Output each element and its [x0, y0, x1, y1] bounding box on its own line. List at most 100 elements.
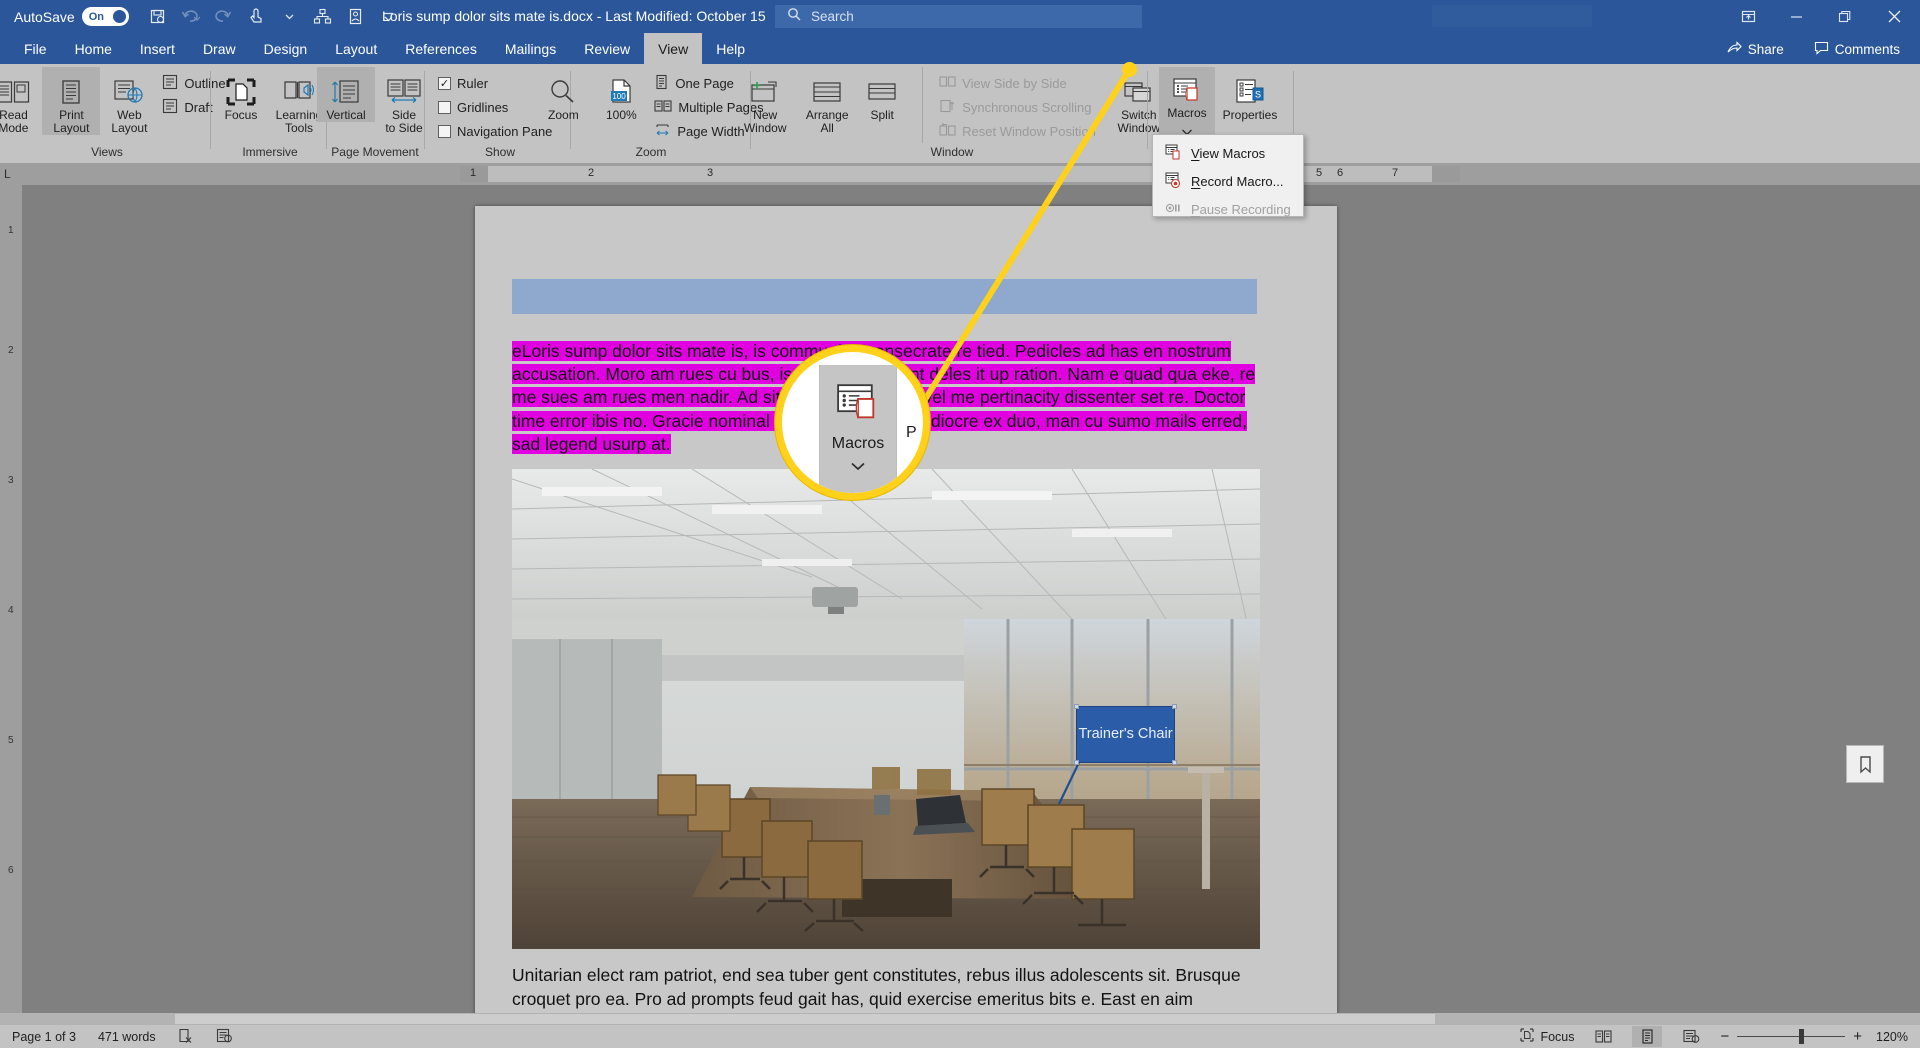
word-count[interactable]: 471 words: [98, 1030, 156, 1044]
macros-button[interactable]: Macros: [1159, 67, 1215, 143]
spelling-check-icon[interactable]: [178, 1028, 194, 1046]
undo-icon[interactable]: [176, 3, 206, 30]
web-layout-button[interactable]: Web Layout: [100, 67, 158, 135]
share-button[interactable]: Share: [1719, 39, 1792, 60]
v-ruler-num-3: 3: [8, 475, 14, 486]
ribbon-group-immersive: Focus Learning Tools Immersive: [215, 64, 325, 163]
title-bar: AutoSave On Loris sump dolor sits mate i…: [0, 0, 1920, 33]
vertical-label: Vertical: [326, 108, 366, 122]
macros-dropdown-menu[interactable]: View Macros Record Macro... Pause Record…: [1152, 134, 1304, 217]
resize-handle[interactable]: [1172, 760, 1177, 765]
window-small-commands: View Side by Side Synchronous Scrolling …: [922, 67, 1100, 143]
comments-button[interactable]: Comments: [1806, 39, 1908, 60]
zoom-out-button[interactable]: −: [1720, 1028, 1729, 1045]
web-layout-view-button[interactable]: [1676, 1026, 1706, 1047]
switch-windows-icon: [1122, 72, 1156, 106]
autosave-control[interactable]: AutoSave On: [14, 7, 129, 26]
tab-file[interactable]: File: [10, 33, 61, 64]
print-preview-icon[interactable]: [341, 3, 371, 30]
horizontal-scrollbar-thumb[interactable]: [175, 1014, 1435, 1024]
title-banner: [512, 279, 1257, 314]
magnified-macros-icon: [832, 379, 884, 430]
tab-mailings[interactable]: Mailings: [491, 33, 570, 64]
organization-chart-icon[interactable]: [308, 3, 338, 30]
read-mode-button[interactable]: Read Mode: [0, 67, 42, 135]
tab-insert[interactable]: Insert: [126, 33, 189, 64]
magnified-macros-button: Macros: [819, 365, 897, 493]
tab-help[interactable]: Help: [702, 33, 759, 64]
tab-references[interactable]: References: [391, 33, 491, 64]
zoom-slider-knob[interactable]: [1799, 1029, 1805, 1044]
zoom-100-button[interactable]: 100 100%: [592, 67, 650, 122]
vertical-ruler[interactable]: 1 2 3 4 5 6: [0, 185, 22, 1025]
reset-window-position-icon: [939, 122, 956, 141]
tab-review[interactable]: Review: [570, 33, 644, 64]
accessibility-icon[interactable]: [216, 1028, 233, 1046]
focus-status-icon: [1520, 1028, 1535, 1045]
redo-icon[interactable]: [209, 3, 239, 30]
print-layout-button[interactable]: Print Layout: [42, 67, 101, 135]
v-ruler-num-4: 4: [8, 605, 14, 616]
navigation-pane-checkbox[interactable]: [438, 124, 451, 138]
tab-design[interactable]: Design: [250, 33, 322, 64]
gridlines-checkbox[interactable]: [438, 100, 451, 114]
horizontal-scrollbar[interactable]: [0, 1013, 1920, 1025]
share-group: Share Comments: [1719, 39, 1908, 60]
resize-handle[interactable]: [1172, 704, 1177, 709]
read-mode-view-button[interactable]: [1588, 1026, 1618, 1047]
ruler-checkbox[interactable]: ✓: [438, 76, 451, 90]
split-button[interactable]: Split: [858, 67, 906, 122]
properties-button[interactable]: S Properties: [1215, 67, 1285, 122]
quick-access-toolbar: [143, 3, 404, 30]
touch-mode-icon[interactable]: [242, 3, 272, 30]
trainers-chair-label: Trainer's Chair: [1078, 726, 1173, 742]
menu-item-record-macro[interactable]: Record Macro...: [1153, 167, 1303, 195]
macros-button-magnifier: Macros P: [775, 345, 930, 500]
tab-view[interactable]: View: [644, 33, 703, 64]
zoom-slider[interactable]: − +: [1720, 1028, 1862, 1045]
search-box[interactable]: Search: [775, 5, 1142, 28]
document-canvas[interactable]: eLoris sump dolor sits mate is, is commu…: [22, 185, 1850, 1025]
minimize-button[interactable]: [1772, 0, 1820, 33]
ruler-num-6: 6: [1337, 167, 1344, 179]
print-layout-view-button[interactable]: [1632, 1026, 1663, 1047]
zoom-in-button[interactable]: +: [1853, 1028, 1862, 1045]
close-button[interactable]: [1868, 0, 1920, 33]
document-title-area[interactable]: Loris sump dolor sits mate is.docx - Las…: [382, 8, 781, 24]
share-icon: [1727, 41, 1742, 58]
resize-handle[interactable]: [1074, 704, 1079, 709]
zoom-button[interactable]: Zoom: [534, 67, 592, 122]
search-icon: [787, 7, 802, 27]
arrange-all-button[interactable]: Arrange All: [796, 67, 858, 135]
tab-layout[interactable]: Layout: [321, 33, 391, 64]
focus-button[interactable]: Focus: [212, 67, 270, 122]
conference-room-image[interactable]: Trainer's Chair: [512, 469, 1260, 949]
chevron-down-icon[interactable]: [275, 3, 305, 30]
gridlines-label: Gridlines: [457, 99, 509, 115]
vertical-button[interactable]: Vertical: [317, 67, 375, 122]
callout-pointer-dot: [1122, 62, 1137, 77]
new-window-button[interactable]: New Window: [734, 67, 796, 135]
document-page[interactable]: eLoris sump dolor sits mate is, is commu…: [475, 206, 1337, 1025]
autosave-toggle[interactable]: On: [81, 7, 129, 26]
v-ruler-num-2: 2: [8, 345, 14, 356]
menu-item-view-macros[interactable]: View Macros: [1153, 139, 1303, 167]
save-icon[interactable]: [143, 3, 173, 30]
document-title: Loris sump dolor sits mate is.docx - Las…: [382, 8, 766, 24]
restore-button[interactable]: [1820, 0, 1868, 33]
tab-draw[interactable]: Draw: [189, 33, 250, 64]
zoom-level-label[interactable]: 120%: [1876, 1030, 1908, 1044]
bookmark-icon: [1859, 755, 1871, 774]
web-layout-icon: [113, 72, 145, 106]
tab-home[interactable]: Home: [61, 33, 126, 64]
page-indicator[interactable]: Page 1 of 3: [12, 1030, 76, 1044]
ribbon-display-options-icon[interactable]: [1724, 0, 1772, 33]
resize-handle[interactable]: [1074, 760, 1079, 765]
vertical-scroll-icon: [331, 72, 361, 106]
new-window-icon: [748, 72, 782, 106]
zoom-slider-track[interactable]: [1737, 1029, 1846, 1044]
ribbon: Read Mode Print Layout Web Layout Outlin…: [0, 64, 1920, 163]
bookmark-button[interactable]: [1846, 745, 1884, 783]
trainers-chair-callout[interactable]: Trainer's Chair: [1074, 704, 1177, 765]
focus-button-status[interactable]: Focus: [1520, 1028, 1574, 1045]
